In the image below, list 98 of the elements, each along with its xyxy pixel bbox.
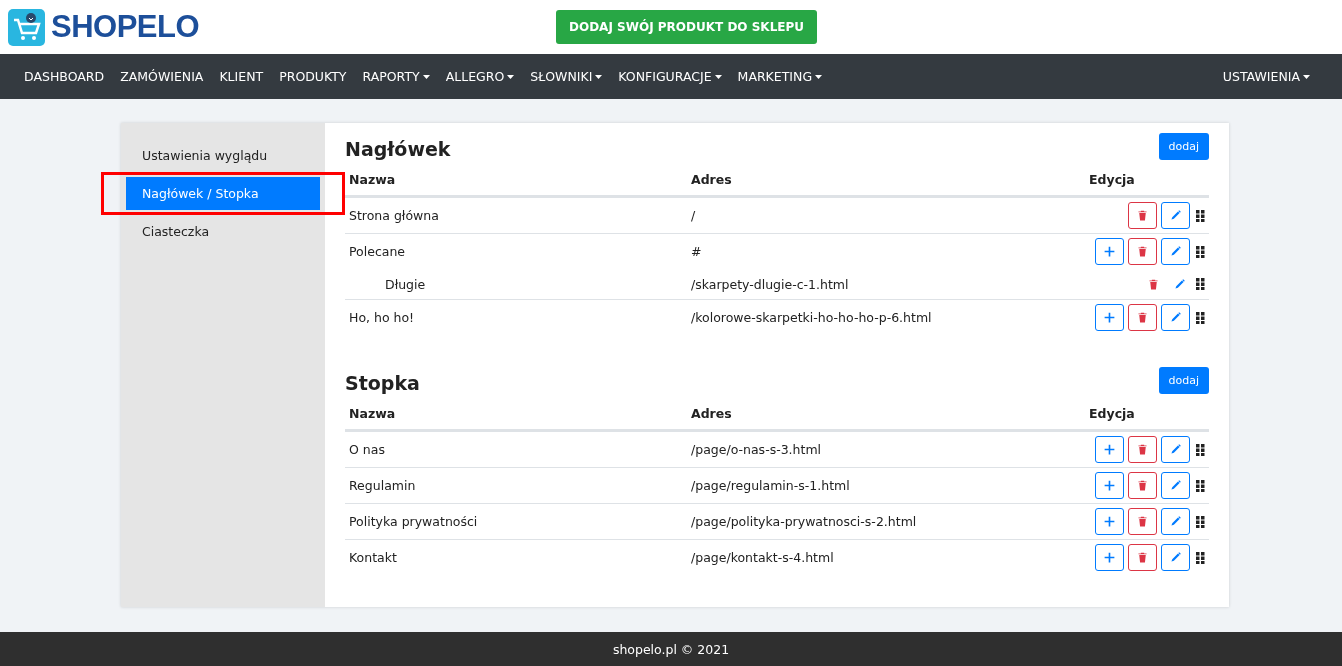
caret-icon — [714, 74, 722, 79]
column-header: Edycja — [1085, 164, 1209, 197]
caret-icon — [595, 74, 603, 79]
caret-icon — [1303, 74, 1310, 79]
add-button[interactable]: dodaj — [1158, 367, 1209, 394]
trash-icon — [1136, 551, 1149, 564]
address-cell: /page/regulamin-s-1.html — [687, 467, 1085, 503]
drag-handle-icon[interactable] — [1196, 551, 1205, 564]
caret-icon — [815, 74, 823, 79]
address-cell: /page/o-nas-s-3.html — [687, 431, 1085, 467]
edit-button[interactable] — [1161, 472, 1190, 499]
trash-icon — [1136, 311, 1149, 324]
column-header: Adres — [687, 398, 1085, 431]
sidebar-item[interactable]: Ustawienia wyglądu — [126, 139, 320, 172]
nav-link[interactable]: KLIENT — [219, 69, 264, 84]
delete-button[interactable] — [1128, 202, 1157, 229]
drag-handle-icon[interactable] — [1196, 245, 1205, 258]
footer: shopelo.pl © 2021 — [0, 632, 1342, 666]
pencil-icon — [1169, 209, 1182, 222]
nav-link[interactable]: PRODUKTY — [279, 69, 347, 84]
settings-menu[interactable]: USTAWIENIA — [1222, 69, 1310, 84]
nav-link[interactable]: SŁOWNIKI — [530, 69, 603, 84]
pencil-icon — [1169, 551, 1182, 564]
drag-handle-icon[interactable] — [1196, 278, 1205, 290]
address-cell: /kolorowe-skarpetki-ho-ho-ho-p-6.html — [687, 299, 1085, 335]
pencil-icon — [1172, 277, 1186, 291]
address-cell: /page/polityka-prywatnosci-s-2.html — [687, 503, 1085, 539]
name-cell: Polityka prywatności — [345, 503, 687, 539]
address-cell: # — [687, 233, 1085, 269]
pencil-icon — [1169, 515, 1182, 528]
plus-icon — [1103, 443, 1116, 456]
caret-icon — [507, 74, 515, 79]
add-button[interactable] — [1095, 238, 1124, 265]
trash-icon — [1146, 277, 1160, 291]
trash-icon — [1136, 515, 1149, 528]
drag-handle-icon[interactable] — [1196, 311, 1205, 324]
plus-icon — [1103, 311, 1116, 324]
name-cell: Polecane — [345, 233, 687, 269]
name-cell-text: Długie — [384, 275, 427, 294]
plus-icon — [1103, 551, 1116, 564]
plus-icon — [1103, 245, 1116, 258]
name-cell: Ho, ho ho! — [345, 299, 687, 335]
delete-button[interactable] — [1128, 238, 1157, 265]
edit-button[interactable] — [1161, 508, 1190, 535]
add-button[interactable] — [1095, 544, 1124, 571]
delete-button[interactable] — [1128, 304, 1157, 331]
column-header: Edycja — [1085, 398, 1209, 431]
nav-link[interactable]: MARKETING — [737, 69, 823, 84]
edit-button[interactable] — [1161, 202, 1190, 229]
drag-handle-icon[interactable] — [1196, 479, 1205, 492]
trash-icon — [1136, 209, 1149, 222]
add-button[interactable] — [1095, 436, 1124, 463]
sidebar-item[interactable]: Ciasteczka — [126, 215, 320, 248]
pencil-icon — [1169, 479, 1182, 492]
delete-button[interactable] — [1128, 436, 1157, 463]
edit-button[interactable] — [1161, 544, 1190, 571]
pencil-icon — [1169, 311, 1182, 324]
shopping-cart-icon — [8, 8, 45, 46]
nav-link[interactable]: KONFIGURACJE — [618, 69, 722, 84]
edit-button[interactable] — [1161, 304, 1190, 331]
edit-button[interactable] — [1161, 436, 1190, 463]
add-button[interactable] — [1095, 472, 1124, 499]
pencil-icon — [1169, 443, 1182, 456]
address-cell: / — [687, 197, 1085, 233]
name-cell: Kontakt — [345, 539, 687, 575]
address-cell-text: /skarpety-dlugie-c-1.html — [690, 275, 850, 294]
name-cell: O nas — [345, 431, 687, 467]
column-header: Adres — [687, 164, 1085, 197]
nav-link[interactable]: ZAMÓWIENIA — [120, 69, 204, 84]
plus-icon — [1103, 515, 1116, 528]
add-button[interactable] — [1095, 304, 1124, 331]
section-title: Nagłówek — [345, 136, 451, 160]
plus-icon — [1103, 479, 1116, 492]
nav-link[interactable]: DASHBOARD — [24, 69, 105, 84]
drag-handle-icon[interactable] — [1196, 209, 1205, 222]
column-header: Nazwa — [345, 398, 687, 431]
column-header: Nazwa — [345, 164, 687, 197]
trash-icon — [1136, 479, 1149, 492]
name-cell: Regulamin — [345, 467, 687, 503]
drag-handle-icon[interactable] — [1196, 443, 1205, 456]
nav-link[interactable]: RAPORTY — [362, 69, 430, 84]
trash-icon — [1136, 245, 1149, 258]
delete-button[interactable] — [1128, 544, 1157, 571]
drag-handle-icon[interactable] — [1196, 515, 1205, 528]
section-title: Stopka — [345, 370, 420, 394]
edit-button[interactable] — [1161, 238, 1190, 265]
caret-icon — [422, 74, 430, 79]
nav-link[interactable]: ALLEGRO — [445, 69, 515, 84]
trash-icon — [1136, 443, 1149, 456]
pencil-icon — [1169, 245, 1182, 258]
name-cell: Strona główna — [345, 197, 687, 233]
address-cell: /page/kontakt-s-4.html — [687, 539, 1085, 575]
sidebar-item[interactable]: Nagłówek / Stopka — [126, 177, 320, 210]
add-button[interactable] — [1095, 508, 1124, 535]
delete-button[interactable] — [1128, 472, 1157, 499]
delete-button[interactable] — [1128, 508, 1157, 535]
logo-text: SHOPELO — [51, 9, 200, 45]
add-button[interactable]: dodaj — [1158, 133, 1209, 160]
